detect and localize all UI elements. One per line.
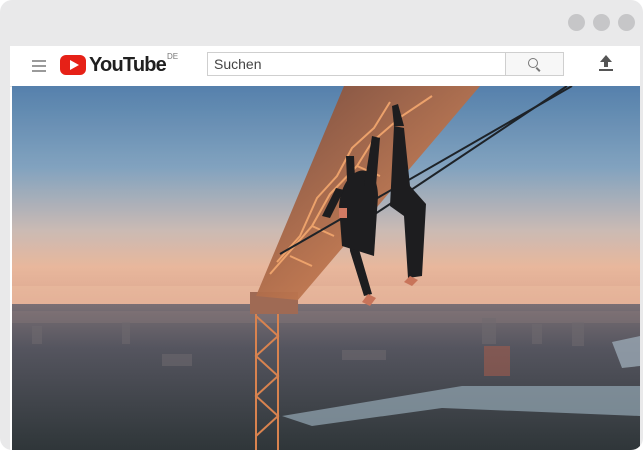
- youtube-play-icon: [60, 55, 86, 75]
- youtube-masthead: YouTube DE: [10, 46, 640, 87]
- search-input[interactable]: [208, 53, 517, 75]
- window-control-dot[interactable]: [618, 14, 635, 31]
- search-button[interactable]: [505, 52, 564, 76]
- hamburger-menu-icon[interactable]: [32, 58, 46, 72]
- browser-frame: YouTube DE: [0, 0, 643, 450]
- video-player[interactable]: [12, 86, 640, 450]
- browser-window: YouTube DE: [10, 46, 640, 450]
- window-control-dot[interactable]: [593, 14, 610, 31]
- search-box: [207, 52, 517, 76]
- search-icon: [528, 58, 538, 68]
- video-frame: [12, 86, 640, 450]
- upload-icon[interactable]: [598, 55, 614, 73]
- country-code: DE: [166, 52, 179, 61]
- window-controls: [568, 14, 635, 31]
- youtube-logo[interactable]: YouTube DE: [60, 52, 179, 77]
- window-control-dot[interactable]: [568, 14, 585, 31]
- logo-text: YouTube: [89, 53, 167, 76]
